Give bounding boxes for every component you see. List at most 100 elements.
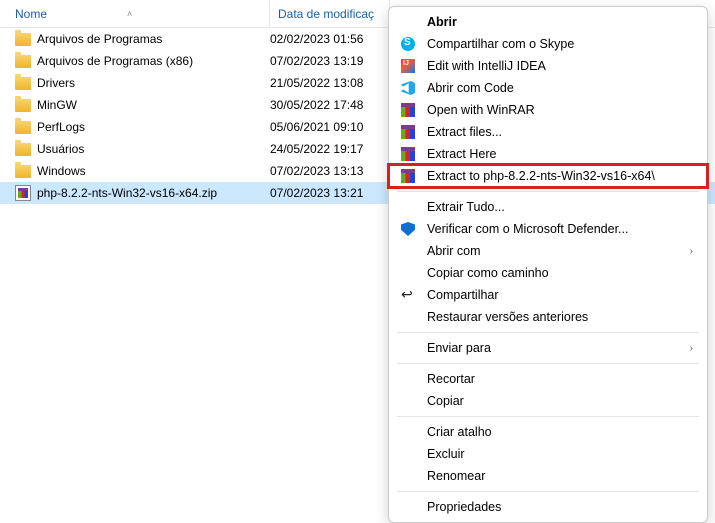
winrar-icon (399, 123, 417, 141)
context-menu-item[interactable]: Compartilhar com o Skype (389, 33, 707, 55)
context-menu-item[interactable]: Renomear (389, 465, 707, 487)
context-menu-item[interactable]: Verificar com o Microsoft Defender... (389, 218, 707, 240)
context-menu-item[interactable]: Abrir com Code (389, 77, 707, 99)
context-menu-item-label: Recortar (427, 372, 693, 386)
context-menu-item-label: Criar atalho (427, 425, 693, 439)
file-name-cell: Drivers (15, 76, 270, 90)
menu-separator (397, 491, 699, 492)
context-menu-item-label: Extrair Tudo... (427, 200, 693, 214)
context-menu-item-label: Abrir com Code (427, 81, 693, 95)
winrar-icon (399, 167, 417, 185)
file-name-label: Drivers (37, 76, 75, 90)
blank-icon (399, 339, 417, 357)
file-date-cell: 07/02/2023 13:19 (270, 54, 390, 68)
blank-icon (399, 13, 417, 31)
file-date-cell: 07/02/2023 13:13 (270, 164, 390, 178)
context-menu-item[interactable]: Extract files... (389, 121, 707, 143)
folder-icon (15, 77, 31, 90)
context-menu-item[interactable]: Recortar (389, 368, 707, 390)
file-name-cell: php-8.2.2-nts-Win32-vs16-x64.zip (15, 185, 270, 201)
blank-icon (399, 198, 417, 216)
winrar-icon (399, 145, 417, 163)
folder-icon (15, 143, 31, 156)
context-menu-item-label: Edit with IntelliJ IDEA (427, 59, 693, 73)
file-date-cell: 24/05/2022 19:17 (270, 142, 390, 156)
context-menu-item-label: Verificar com o Microsoft Defender... (427, 222, 693, 236)
share-icon (399, 286, 417, 304)
context-menu-item[interactable]: Abrir (389, 11, 707, 33)
column-header-date[interactable]: Data de modificaç (270, 0, 390, 27)
context-menu-item[interactable]: Extrair Tudo... (389, 196, 707, 218)
context-menu-item-label: Compartilhar com o Skype (427, 37, 693, 51)
submenu-arrow-icon: › (690, 246, 693, 257)
column-header-name[interactable]: Nome ˄ (0, 0, 270, 27)
context-menu: Abrir Compartilhar com o Skype Edit with I… (388, 6, 708, 523)
blank-icon (399, 370, 417, 388)
folder-icon (15, 33, 31, 46)
file-date-cell: 30/05/2022 17:48 (270, 98, 390, 112)
folder-icon (15, 121, 31, 134)
file-name-cell: Arquivos de Programas (x86) (15, 54, 270, 68)
context-menu-item[interactable]: Restaurar versões anteriores (389, 306, 707, 328)
context-menu-item-label: Copiar como caminho (427, 266, 693, 280)
blank-icon (399, 445, 417, 463)
folder-icon (15, 165, 31, 178)
winrar-icon (399, 101, 417, 119)
context-menu-item[interactable]: Copiar (389, 390, 707, 412)
context-menu-item-label: Restaurar versões anteriores (427, 310, 693, 324)
file-date-cell: 02/02/2023 01:56 (270, 32, 390, 46)
context-menu-item[interactable]: Enviar para › (389, 337, 707, 359)
folder-icon (15, 99, 31, 112)
file-name-label: Arquivos de Programas (x86) (37, 54, 193, 68)
blank-icon (399, 264, 417, 282)
context-menu-item[interactable]: Compartilhar (389, 284, 707, 306)
file-date-cell: 05/06/2021 09:10 (270, 120, 390, 134)
blank-icon (399, 498, 417, 516)
file-name-cell: Windows (15, 164, 270, 178)
file-name-cell: Usuários (15, 142, 270, 156)
context-menu-item[interactable]: Excluir (389, 443, 707, 465)
context-menu-item[interactable]: Open with WinRAR (389, 99, 707, 121)
context-menu-item[interactable]: Extract to php-8.2.2-nts-Win32-vs16-x64\ (389, 165, 707, 187)
file-name-label: Arquivos de Programas (37, 32, 162, 46)
blank-icon (399, 423, 417, 441)
column-header-name-label: Nome (15, 7, 47, 21)
blank-icon (399, 308, 417, 326)
context-menu-item[interactable]: Propriedades (389, 496, 707, 518)
context-menu-item-label: Extract to php-8.2.2-nts-Win32-vs16-x64\ (427, 169, 693, 183)
menu-separator (397, 416, 699, 417)
skype-icon (399, 35, 417, 53)
folder-icon (15, 55, 31, 68)
menu-separator (397, 332, 699, 333)
sort-indicator-icon: ˄ (127, 9, 132, 19)
context-menu-item-label: Enviar para (427, 341, 680, 355)
context-menu-item[interactable]: Edit with IntelliJ IDEA (389, 55, 707, 77)
file-name-label: Usuários (37, 142, 84, 156)
context-menu-item-label: Renomear (427, 469, 693, 483)
file-name-cell: PerfLogs (15, 120, 270, 134)
menu-separator (397, 191, 699, 192)
context-menu-item-label: Abrir com (427, 244, 680, 258)
archive-icon (15, 185, 31, 201)
vscode-icon (399, 79, 417, 97)
context-menu-item[interactable]: Criar atalho (389, 421, 707, 443)
column-header-date-label: Data de modificaç (278, 7, 374, 21)
file-name-label: MinGW (37, 98, 77, 112)
context-menu-item-label: Copiar (427, 394, 693, 408)
context-menu-item-label: Abrir (427, 15, 693, 29)
context-menu-item[interactable]: Abrir com › (389, 240, 707, 262)
submenu-arrow-icon: › (690, 343, 693, 354)
file-name-label: php-8.2.2-nts-Win32-vs16-x64.zip (37, 186, 217, 200)
context-menu-item-label: Excluir (427, 447, 693, 461)
intellij-icon (399, 57, 417, 75)
file-name-label: PerfLogs (37, 120, 85, 134)
blank-icon (399, 242, 417, 260)
context-menu-item[interactable]: Copiar como caminho (389, 262, 707, 284)
file-name-label: Windows (37, 164, 86, 178)
file-name-cell: Arquivos de Programas (15, 32, 270, 46)
file-date-cell: 07/02/2023 13:21 (270, 186, 390, 200)
menu-separator (397, 363, 699, 364)
blank-icon (399, 467, 417, 485)
context-menu-item[interactable]: Extract Here (389, 143, 707, 165)
file-name-cell: MinGW (15, 98, 270, 112)
